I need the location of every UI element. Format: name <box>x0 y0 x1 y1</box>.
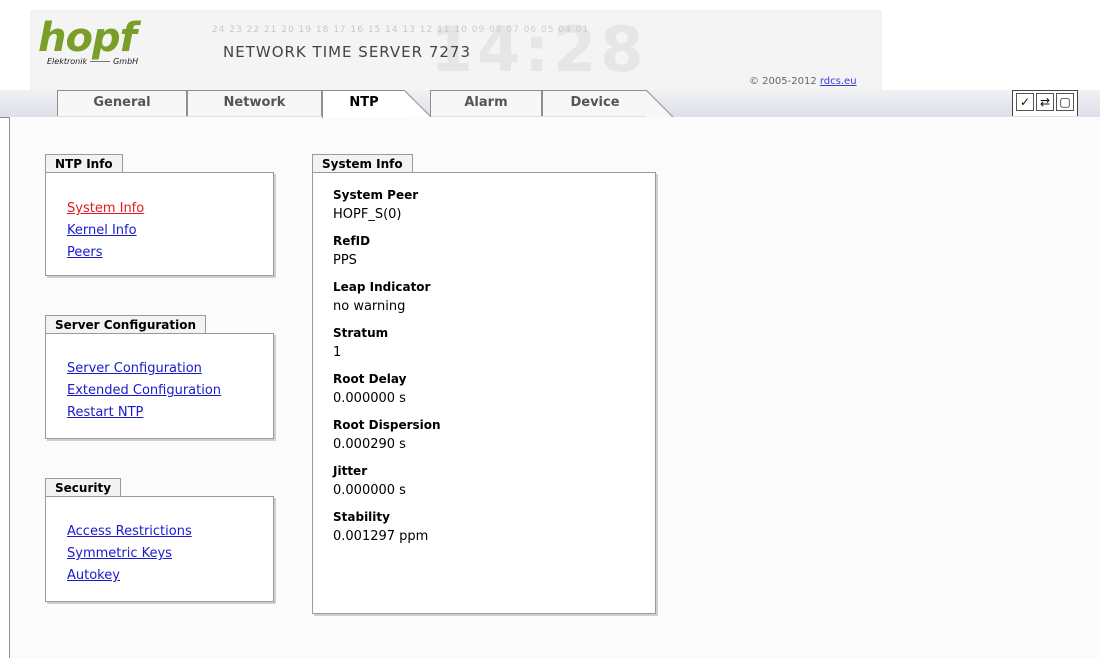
field-value: no warning <box>333 299 406 314</box>
tab-device-edge <box>646 90 674 117</box>
tab-ntp[interactable]: NTP <box>322 90 405 118</box>
system-info-list: System Peer HOPF_S(0) RefID PPS Leap Ind… <box>333 187 441 545</box>
logo-subtitle: Elektronik GmbH <box>47 57 138 67</box>
server-config-panel: Server Configuration Extended Configurat… <box>45 333 274 439</box>
ntp-info-panel: System Info Kernel Info Peers <box>45 172 274 276</box>
link-system-info[interactable]: System Info <box>67 198 144 220</box>
check-icon[interactable]: ✓ <box>1016 93 1034 111</box>
header-tick-numbers: 24 23 22 21 20 19 18 17 16 15 14 13 12 1… <box>212 25 589 35</box>
field-refid: RefID PPS <box>333 233 441 269</box>
field-value: 0.000290 s <box>333 437 406 452</box>
ntp-info-title: NTP Info <box>45 154 123 173</box>
tab-ntp-edge <box>404 90 432 117</box>
save-icon[interactable]: ▢ <box>1056 93 1074 111</box>
link-symmetric-keys[interactable]: Symmetric Keys <box>67 543 192 565</box>
field-label: RefID <box>333 234 371 248</box>
link-restart-ntp[interactable]: Restart NTP <box>67 402 221 424</box>
toolbar: ✓ ⇄ ▢ <box>1012 90 1078 116</box>
field-value: 0.000000 s <box>333 391 406 406</box>
field-label: Leap Indicator <box>333 280 431 294</box>
copyright: © 2005-2012 rdcs.eu <box>749 76 857 88</box>
hopf-logo: hopf <box>38 15 137 61</box>
link-autokey[interactable]: Autokey <box>67 565 192 587</box>
server-config-title: Server Configuration <box>45 315 207 334</box>
logo-sub-right: GmbH <box>113 57 139 66</box>
field-leap-indicator: Leap Indicator no warning <box>333 279 441 315</box>
link-server-configuration[interactable]: Server Configuration <box>67 358 221 380</box>
field-value: HOPF_S(0) <box>333 207 402 222</box>
field-label: Stability <box>333 510 390 524</box>
system-info-panel: System Peer HOPF_S(0) RefID PPS Leap Ind… <box>312 172 656 614</box>
field-value: 1 <box>333 345 342 360</box>
app-title: NETWORK TIME SERVER 7273 <box>223 43 472 61</box>
security-panel: Access Restrictions Symmetric Keys Autok… <box>45 496 274 602</box>
field-system-peer: System Peer HOPF_S(0) <box>333 187 441 223</box>
system-info-title: System Info <box>312 154 413 173</box>
field-label: Root Delay <box>333 372 407 386</box>
field-label: System Peer <box>333 188 419 202</box>
security-title: Security <box>45 478 122 497</box>
field-root-delay: Root Delay 0.000000 s <box>333 371 441 407</box>
reload-icon[interactable]: ⇄ <box>1036 93 1054 111</box>
field-root-dispersion: Root Dispersion 0.000290 s <box>333 417 441 453</box>
link-access-restrictions[interactable]: Access Restrictions <box>67 521 192 543</box>
field-value: 0.000000 s <box>333 483 406 498</box>
tab-alarm[interactable]: Alarm <box>430 90 542 116</box>
logo-sub-left: Elektronik <box>47 57 88 66</box>
tab-general[interactable]: General <box>57 90 187 116</box>
tick-numbers-right: 09 08 07 06 05 04 01 <box>471 25 590 35</box>
tick-numbers-left: 24 23 22 21 20 19 18 17 16 15 14 13 12 1… <box>212 25 468 35</box>
tab-network[interactable]: Network <box>187 90 322 116</box>
field-label: Root Dispersion <box>333 418 441 432</box>
link-kernel-info[interactable]: Kernel Info <box>67 220 144 242</box>
link-peers[interactable]: Peers <box>67 242 144 264</box>
field-value: PPS <box>333 253 357 268</box>
field-label: Jitter <box>333 464 368 478</box>
link-extended-configuration[interactable]: Extended Configuration <box>67 380 221 402</box>
tab-device[interactable]: Device <box>542 90 647 116</box>
copyright-link[interactable]: rdcs.eu <box>820 76 857 87</box>
field-jitter: Jitter 0.000000 s <box>333 463 441 499</box>
field-stability: Stability 0.001297 ppm <box>333 509 441 545</box>
copyright-text: © 2005-2012 <box>749 76 817 87</box>
field-stratum: Stratum 1 <box>333 325 441 361</box>
field-value: 0.001297 ppm <box>333 529 429 544</box>
field-label: Stratum <box>333 326 389 340</box>
